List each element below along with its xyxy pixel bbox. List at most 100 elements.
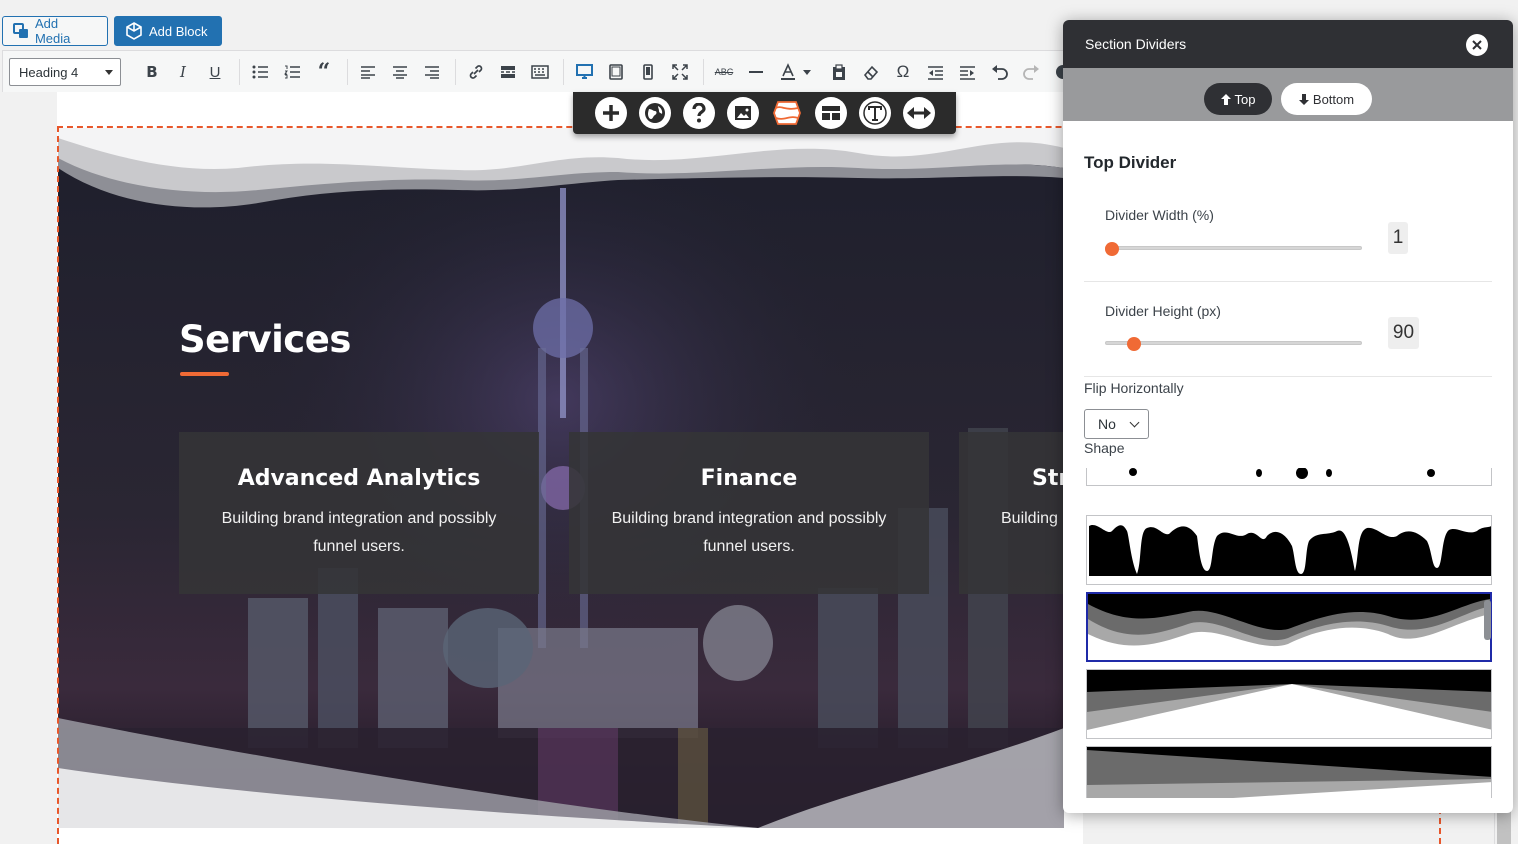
section-title[interactable]: Services [179, 318, 351, 361]
shape-option-drips-small[interactable] [1086, 468, 1492, 486]
flip-horizontally-value: No [1098, 416, 1116, 432]
drips-small-shape [1129, 468, 1435, 479]
clipboard-icon [833, 63, 845, 80]
align-left-button[interactable] [356, 60, 380, 84]
service-card-title: Finance [700, 466, 798, 491]
desktop-view-button[interactable] [572, 60, 596, 84]
divider-height-slider[interactable] [1105, 341, 1362, 345]
arrow-up-icon [1220, 93, 1231, 105]
read-more-button[interactable] [496, 60, 520, 84]
bulleted-list-icon [252, 65, 268, 79]
media-icon [13, 23, 28, 38]
section-dividers-tool[interactable] [771, 97, 803, 129]
divider-height-value[interactable]: 90 [1388, 317, 1419, 349]
tab-top[interactable]: Top [1204, 83, 1272, 115]
flip-horizontally-select[interactable]: No [1084, 409, 1149, 439]
tab-top-label: Top [1234, 91, 1256, 107]
chevron-down-icon [803, 69, 811, 75]
clear-formatting-button[interactable] [859, 60, 883, 84]
flip-horizontally-label: Flip Horizontally [1084, 380, 1184, 396]
numbered-list-button[interactable] [280, 60, 304, 84]
divider-width-slider[interactable] [1105, 246, 1362, 250]
divider-height-label: Divider Height (px) [1105, 303, 1221, 319]
add-block-label: Add Block [149, 23, 208, 39]
close-icon [1472, 40, 1482, 50]
paste-text-button[interactable] [827, 60, 851, 84]
undo-button[interactable] [987, 60, 1011, 84]
drips-shape [1089, 524, 1491, 576]
align-center-icon [393, 66, 407, 79]
slants-layered-shape [1087, 747, 1491, 798]
field-divider [1084, 376, 1492, 377]
indent-button[interactable] [955, 60, 979, 84]
top-divider-heading: Top Divider [1084, 153, 1177, 172]
image-icon [735, 106, 751, 120]
question-icon [692, 103, 706, 123]
toolbar-separator [455, 59, 456, 85]
toolbar-separator [703, 59, 704, 85]
align-right-button[interactable] [420, 60, 444, 84]
tab-bottom[interactable]: Bottom [1281, 83, 1372, 115]
service-card[interactable]: Str Building [959, 432, 1064, 594]
toolbar-separator [239, 59, 240, 85]
divider-height-slider-handle[interactable] [1126, 337, 1141, 351]
service-card[interactable]: Advanced Analytics Building brand integr… [179, 432, 539, 594]
services-section[interactable]: Services Advanced Analytics Building bra… [58, 128, 1064, 828]
panel-header: Section Dividers [1063, 20, 1513, 68]
underline-button[interactable]: U [203, 60, 227, 84]
image-tool[interactable] [727, 97, 759, 129]
typography-tool[interactable] [859, 97, 891, 129]
plus-icon [603, 105, 619, 121]
globe-tool[interactable] [639, 97, 671, 129]
text-color-icon [781, 63, 795, 80]
service-card-text: Building brand integration and possibly … [611, 510, 887, 555]
shape-option-mountains-layered[interactable] [1086, 669, 1492, 739]
italic-button[interactable]: I [171, 60, 195, 84]
arrow-down-icon [1298, 93, 1309, 105]
align-center-button[interactable] [388, 60, 412, 84]
service-card[interactable]: Finance Building brand integration and p… [569, 432, 929, 594]
shape-option-slants-layered[interactable] [1086, 746, 1492, 798]
add-block-button[interactable]: Add Block [114, 16, 222, 46]
typography-icon [863, 101, 887, 125]
special-character-button[interactable]: Ω [891, 60, 915, 84]
chevron-down-icon [105, 70, 113, 75]
text-color-dropdown[interactable] [800, 60, 814, 84]
strikethrough-button[interactable]: ABC [712, 60, 736, 84]
tablet-view-button[interactable] [604, 60, 628, 84]
mountains-layered-shape [1087, 670, 1491, 730]
read-more-icon [501, 66, 515, 78]
add-block-tool[interactable] [595, 97, 627, 129]
fullscreen-button[interactable] [668, 60, 692, 84]
service-card-title: Advanced Analytics [237, 466, 481, 491]
close-button[interactable] [1466, 34, 1488, 56]
align-right-icon [425, 66, 439, 79]
panel-scrollbar-thumb[interactable] [1484, 600, 1491, 640]
redo-button[interactable] [1019, 60, 1043, 84]
link-button[interactable] [464, 60, 488, 84]
outdent-button[interactable] [923, 60, 947, 84]
add-media-button[interactable]: Add Media [2, 16, 108, 46]
bold-button[interactable]: B [140, 60, 164, 84]
divider-width-slider-handle[interactable] [1105, 242, 1119, 256]
text-color-button[interactable] [776, 60, 800, 84]
format-select[interactable]: Heading 4 [9, 58, 121, 86]
layout-tool[interactable] [815, 97, 847, 129]
divider-width-value[interactable]: 1 [1388, 222, 1408, 254]
toolbar-toggle-button[interactable] [528, 60, 552, 84]
redo-icon [1022, 64, 1039, 80]
outdent-icon [927, 65, 943, 80]
mobile-view-button[interactable] [636, 60, 660, 84]
shape-option-drips[interactable] [1086, 515, 1492, 585]
width-tool[interactable] [903, 97, 935, 129]
numbered-list-icon [284, 65, 300, 79]
section-dividers-icon [773, 101, 801, 125]
shape-option-waves-layered[interactable] [1086, 592, 1492, 662]
editor-gutter [2, 92, 57, 844]
horizontal-line-button[interactable] [744, 60, 768, 84]
blockquote-button[interactable]: “ [312, 59, 336, 85]
bulleted-list-button[interactable] [248, 60, 272, 84]
add-media-label: Add Media [34, 16, 71, 46]
globe-icon [645, 103, 665, 123]
help-tool[interactable] [683, 97, 715, 129]
